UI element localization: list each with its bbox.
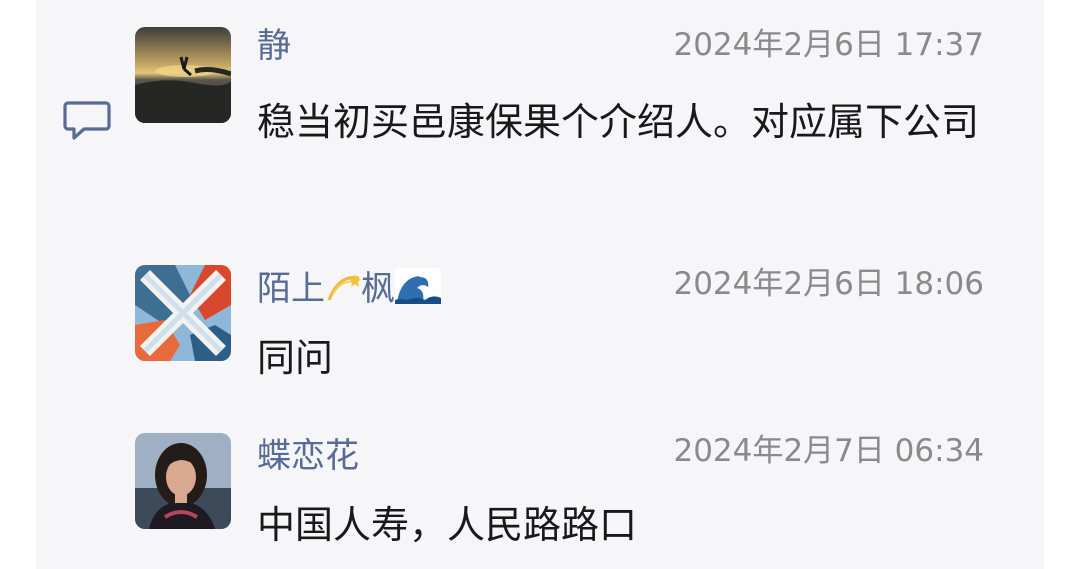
avatar[interactable] (135, 433, 231, 529)
abstract-x-art-photo (135, 265, 231, 361)
water-wave-icon (395, 268, 441, 313)
comment-timestamp: 2024年2月6日 18:06 (673, 266, 984, 302)
comment-text: 同问 (257, 336, 334, 380)
sunset-beach-photo (135, 27, 231, 123)
dizzy-star-icon (325, 270, 361, 313)
comment-text: 稳当初买邑康保果个介绍人。对应属下公司 (257, 100, 980, 144)
comment-author-name[interactable]: 静 (257, 26, 291, 66)
comment-timestamp: 2024年2月6日 17:37 (673, 27, 984, 63)
comment-author-name[interactable]: 陌上 枫 (257, 268, 441, 313)
woman-portrait-photo (135, 433, 231, 529)
comment-author-name[interactable]: 蝶恋花 (257, 436, 359, 476)
avatar[interactable] (135, 265, 231, 361)
comment-text: 中国人寿，人民路路口 (257, 503, 638, 547)
avatar[interactable] (135, 27, 231, 123)
comment-bubble-icon[interactable] (62, 100, 112, 142)
author-name-part: 陌上 (257, 269, 325, 309)
author-name-part: 枫 (361, 269, 395, 309)
comment-timestamp: 2024年2月7日 06:34 (673, 433, 984, 469)
